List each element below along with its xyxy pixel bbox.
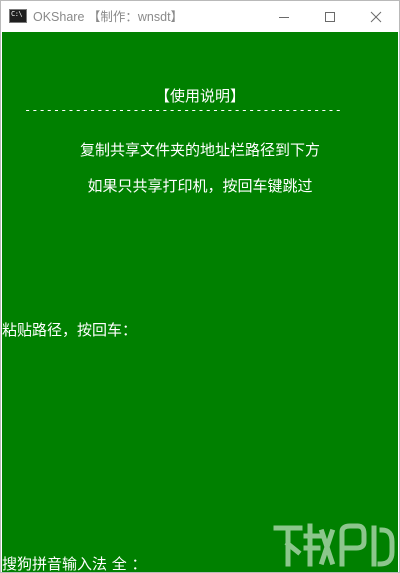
minimize-icon	[279, 16, 289, 18]
divider-line: ----------------------------------------…	[24, 103, 342, 117]
paste-path-prompt[interactable]: 粘贴路径，按回车：	[2, 320, 137, 340]
console-window: C:\ OKShare 【制作：wnsdt】 【使用说明】 ----------…	[0, 0, 400, 573]
maximize-button[interactable]	[307, 1, 353, 32]
download-site-logo	[273, 523, 395, 567]
close-icon	[370, 11, 382, 22]
title-bar[interactable]: C:\ OKShare 【制作：wnsdt】	[1, 1, 399, 32]
minimize-button[interactable]	[261, 1, 307, 32]
console-output[interactable]: 【使用说明】 ---------------------------------…	[2, 32, 398, 572]
maximize-icon	[325, 11, 335, 22]
copy-path-instruction: 复制共享文件夹的地址栏路径到下方	[79, 141, 320, 159]
window-title: OKShare 【制作：wnsdt】	[33, 10, 184, 24]
ime-status-bar: 搜狗拼音输入法 全 ：	[2, 555, 147, 572]
console-icon[interactable]: C:\	[9, 9, 27, 23]
printer-skip-instruction: 如果只共享打印机，按回车键跳过	[87, 177, 313, 195]
console-icon-label: C:\	[11, 10, 23, 18]
close-button[interactable]	[353, 1, 399, 32]
